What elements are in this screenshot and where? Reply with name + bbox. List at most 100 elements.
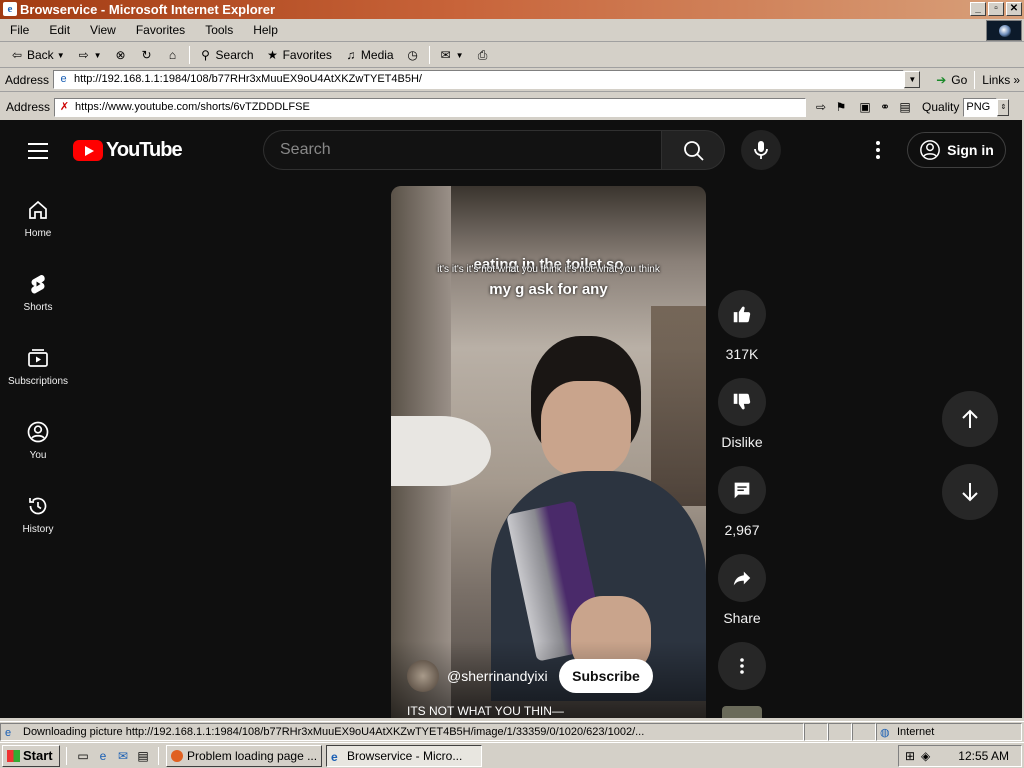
more-options-icon[interactable] [868,140,888,160]
chevron-down-icon: ▼ [455,50,464,60]
links-button[interactable]: Links» [978,73,1024,87]
close-button[interactable]: ✕ [1006,2,1022,16]
windows-flag-icon [7,749,20,762]
status-bar: e Downloading picture http://192.168.1.1… [0,721,1024,741]
outlook-quicklaunch-icon[interactable]: ✉ [116,749,130,763]
more-vertical-icon [740,658,744,674]
forward-button[interactable]: ⇨ ▼ [71,48,108,62]
menu-favorites[interactable]: Favorites [126,23,195,37]
next-short-button[interactable] [942,464,998,520]
firefox-icon [171,749,183,762]
print-icon: ⎙ [477,48,488,62]
print-button[interactable]: ⎙ [470,48,496,62]
sink-image [391,416,491,486]
menu-icon[interactable] [28,143,48,159]
maximize-button[interactable]: ▫ [988,2,1004,16]
menu-file[interactable]: File [0,23,39,37]
window-title: Browservice - Microsoft Internet Explore… [20,2,276,17]
audio-thumbnail[interactable] [722,706,762,718]
quality-label: Quality [922,100,960,114]
standard-toolbar: ⇦ Back ▼ ⇨ ▼ ⊗ ↻ ⌂ ⚲ Search ★ Favorites ♫ Medi… [0,43,1024,68]
shorts-icon [31,274,45,294]
taskbar-divider [158,746,159,765]
menu-tools[interactable]: Tools [195,23,243,37]
start-button[interactable]: Start [2,744,60,767]
clipboard-icon[interactable]: ▤ [898,100,912,114]
arrow-up-icon [962,409,978,428]
refresh-button[interactable]: ↻ [134,48,160,62]
internet-zone-icon: ◍ [880,726,890,739]
menu-bar: File Edit View Favorites Tools Help [0,19,1024,42]
favorites-button[interactable]: ★ Favorites [260,48,338,62]
history-icon: ◷ [407,48,418,62]
go-arrow-icon[interactable]: ⇨ [814,100,828,114]
share-icon [733,571,751,586]
address-dropdown-button[interactable]: ▼ [904,71,921,88]
home-button[interactable]: ⌂ [160,48,186,62]
share-action[interactable]: Share [718,554,766,626]
mail-icon: ✉ [440,48,451,62]
nav-shorts[interactable]: Shorts [0,272,76,313]
video-caption-overlay: it's it's it's not what you think it's n… [437,264,660,275]
volume-icon[interactable]: ◈ [921,746,930,766]
back-button[interactable]: ⇦ Back ▼ [4,48,71,62]
stop-icon: ⊗ [115,48,126,62]
nav-home[interactable]: Home [0,198,76,239]
mail-button[interactable]: ✉ ▼ [433,48,470,62]
quality-select[interactable]: PNG [963,97,998,117]
channel-avatar[interactable] [407,660,439,692]
chevron-down-icon: ▼ [93,50,102,60]
go-button[interactable]: ➔ Go [920,73,971,87]
quality-spinner[interactable]: ⇕ [997,98,1010,116]
channel-name[interactable]: @sherrinandyixi [447,668,548,684]
history-button[interactable]: ◷ [400,48,426,62]
task-browservice[interactable]: e Browservice - Micro... [326,744,482,767]
security-zone-pane: ◍ Internet [876,722,1022,741]
address-label: Address [5,72,50,87]
chevron-right-icon: » [1013,72,1020,87]
minimize-button[interactable]: _ [970,2,986,16]
inner-address-input[interactable]: ✗ https://www.youtube.com/shorts/6vTZDDD… [54,97,807,117]
voice-search-button[interactable] [741,130,781,170]
thumbs-down-icon [733,393,751,410]
youtube-logo[interactable]: YouTube [73,139,183,162]
ie-quicklaunch-icon[interactable]: e [96,749,110,763]
history-icon [29,497,47,515]
previous-short-button[interactable] [942,391,998,447]
account-icon [27,421,49,443]
menu-help[interactable]: Help [243,23,288,37]
youtube-page: YouTube Search Sign in Home Shorts Subsc… [0,120,1022,718]
refresh-icon: ↻ [141,48,152,62]
sign-in-button[interactable]: Sign in [907,132,1006,168]
search-button[interactable]: ⚲ Search [193,48,260,62]
nav-you[interactable]: You [0,420,76,461]
nav-subscriptions[interactable]: Subscriptions [0,346,76,387]
nav-history[interactable]: History [0,494,76,535]
explorer-quicklaunch-icon[interactable]: ▤ [136,749,150,763]
status-text-pane: e Downloading picture http://192.168.1.1… [0,722,804,741]
video-title: ITS NOT WHAT YOU THIN— [407,704,564,718]
more-actions[interactable] [718,642,766,698]
short-video-player[interactable]: eating in the toilet so it's it's it's n… [391,186,706,718]
show-desktop-icon[interactable]: ▭ [76,749,90,763]
back-arrow-icon: ⇦ [11,48,23,62]
menu-edit[interactable]: Edit [39,23,80,37]
task-problem-loading[interactable]: Problem loading page ... [166,744,322,767]
stop-button[interactable]: ⊗ [108,48,134,62]
media-button[interactable]: ♫ Media [338,48,400,62]
menu-view[interactable]: View [80,23,126,37]
ie-logo-icon: e [3,2,17,16]
network-icon[interactable]: ⊞ [905,746,915,766]
address-input[interactable]: e http://192.168.1.1:1984/108/b77RHr3xMu… [53,70,905,89]
save-icon[interactable]: ▣ [858,100,872,114]
thumbs-up-icon [733,306,751,323]
comments-action[interactable]: 2,967 [718,466,766,538]
search-input[interactable]: Search [263,130,661,170]
search-button[interactable] [661,130,725,170]
dislike-action[interactable]: Dislike [718,378,766,450]
bookmark-icon[interactable]: ⚑ [834,100,848,114]
comment-count: 2,967 [724,522,760,538]
like-action[interactable]: 317K [718,290,766,362]
find-icon[interactable]: ⚭ [878,100,892,114]
subscribe-button[interactable]: Subscribe [559,659,653,693]
